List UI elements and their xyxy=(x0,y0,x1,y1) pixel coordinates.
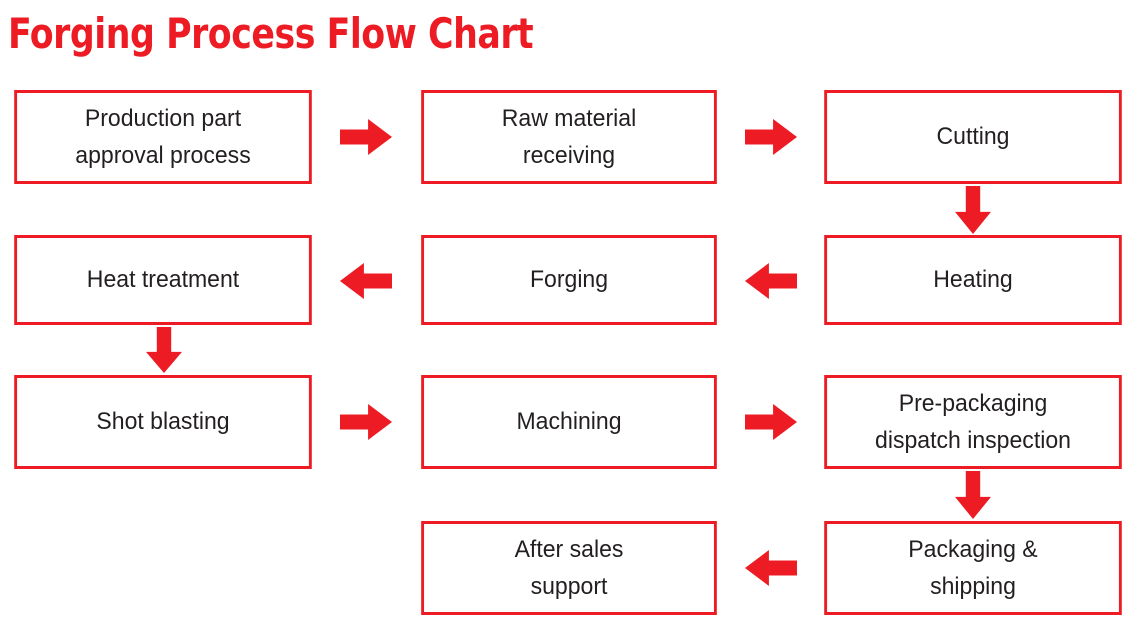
process-node-label: Heating xyxy=(933,266,1013,294)
page-title: Forging Process Flow Chart xyxy=(8,9,534,58)
flow-chart-canvas: Forging Process Flow Chart Production pa… xyxy=(0,0,1140,640)
arrow-right-icon-machining-to-pre-packaging xyxy=(745,404,797,440)
process-node-after-sales-support[interactable]: After sales support xyxy=(421,521,717,615)
process-node-raw-material-receiving[interactable]: Raw material receiving xyxy=(421,90,717,184)
process-node-label: Cutting xyxy=(936,123,1010,151)
process-node-label: approval process xyxy=(75,142,251,169)
arrow-right-icon-production-to-raw-material xyxy=(340,119,392,155)
process-node-label: shipping xyxy=(930,573,1016,600)
arrow-left-icon-forging-to-heat-treatment xyxy=(340,263,392,299)
process-node-label: Packaging & xyxy=(908,535,1038,563)
process-node-label: After sales xyxy=(514,535,624,563)
arrow-left-icon-heating-to-forging xyxy=(745,263,797,299)
process-node-shot-blasting[interactable]: Shot blasting xyxy=(14,375,312,469)
process-node-pre-packaging-dispatch-inspection[interactable]: Pre-packaging dispatch inspection xyxy=(824,375,1122,469)
process-node-label: support xyxy=(530,573,608,600)
arrow-right-icon-raw-material-to-cutting xyxy=(745,119,797,155)
arrow-right-icon-shot-blasting-to-machining xyxy=(340,404,392,440)
process-node-production-part-approval-process[interactable]: Production part approval process xyxy=(14,90,312,184)
process-node-forging[interactable]: Forging xyxy=(421,235,717,325)
process-node-label: Shot blasting xyxy=(96,408,230,436)
process-node-heating[interactable]: Heating xyxy=(824,235,1122,325)
process-node-heat-treatment[interactable]: Heat treatment xyxy=(14,235,312,325)
arrow-down-icon-heat-treatment-to-shot-blasting xyxy=(146,327,182,373)
process-node-label: Production part xyxy=(84,104,242,132)
process-node-label: Machining xyxy=(516,408,622,436)
arrow-down-icon-cutting-to-heating xyxy=(955,186,991,234)
process-node-cutting[interactable]: Cutting xyxy=(824,90,1122,184)
process-node-label: receiving xyxy=(522,142,616,169)
process-node-label: Pre-packaging xyxy=(898,389,1048,417)
process-node-label: Heat treatment xyxy=(86,266,240,294)
process-node-machining[interactable]: Machining xyxy=(421,375,717,469)
process-node-label: Raw material xyxy=(501,104,637,132)
process-node-label: Forging xyxy=(529,266,609,294)
arrow-down-icon-pre-packaging-to-packaging xyxy=(955,471,991,519)
process-node-packaging-shipping[interactable]: Packaging & shipping xyxy=(824,521,1122,615)
arrow-left-icon-packaging-to-after-sales xyxy=(745,550,797,586)
process-node-label: dispatch inspection xyxy=(875,427,1071,454)
